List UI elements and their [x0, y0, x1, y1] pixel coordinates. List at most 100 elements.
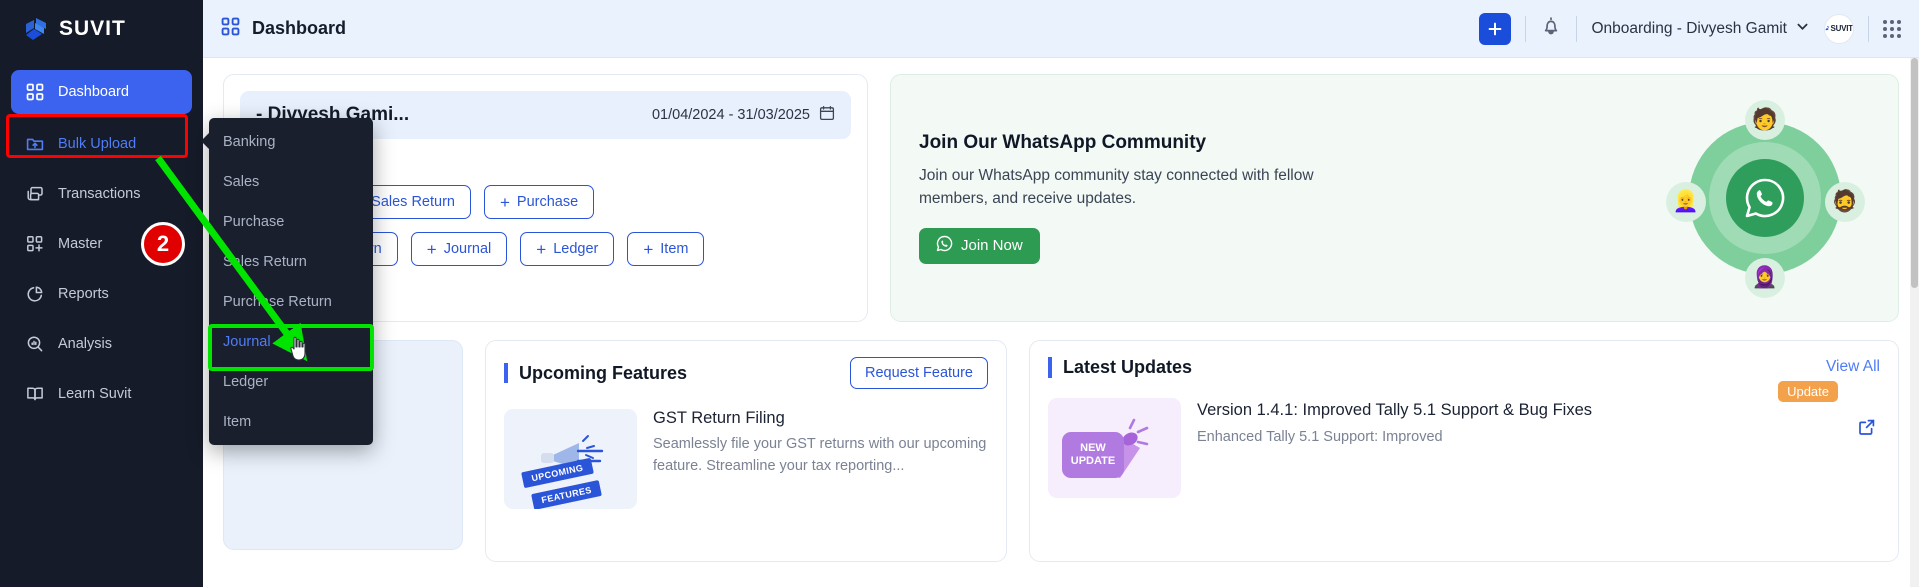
- transactions-icon: [25, 184, 45, 204]
- sidebar-item-label: Master: [58, 236, 103, 252]
- sidebar-item-label: Transactions: [58, 186, 141, 202]
- whatsapp-title: Join Our WhatsApp Community: [919, 132, 1207, 154]
- suvit-logo-icon: [22, 16, 49, 43]
- dropdown-item-sales-return[interactable]: Sales Return: [209, 242, 373, 282]
- dashboard-row-bottom: Upcoming Features Request Feature UPCOMI…: [223, 340, 1899, 562]
- main-area: Dashboard Onboarding - Divyesh Gamit SUV…: [203, 0, 1919, 587]
- pie-chart-icon: [25, 284, 45, 304]
- page-title-group: Dashboard: [221, 17, 346, 41]
- external-link-icon[interactable]: [1858, 418, 1876, 441]
- vertical-scrollbar[interactable]: [1910, 58, 1919, 587]
- add-purchase-button[interactable]: + Purchase: [483, 185, 595, 219]
- add-button[interactable]: [1479, 12, 1512, 45]
- plus-icon: +: [426, 239, 437, 259]
- analysis-search-icon: [25, 334, 45, 354]
- latest-updates-panel: Latest Updates View All NEW UPDATE Updat…: [1029, 340, 1899, 562]
- add-ledger-button[interactable]: + Ledger: [520, 232, 615, 266]
- date-range-picker[interactable]: 01/04/2024 - 31/03/2025: [652, 105, 835, 125]
- feature-name: GST Return Filing: [653, 409, 785, 427]
- avatar-right: 🧔: [1825, 182, 1865, 222]
- megaphone-icon: UPCOMING FEATURES: [504, 409, 637, 509]
- view-all-link[interactable]: View All: [1826, 358, 1880, 376]
- bulk-upload-dropdown: Banking Sales Purchase Sales Return Purc…: [201, 118, 373, 445]
- divider: [1576, 15, 1578, 42]
- dropdown-item-ledger[interactable]: Ledger: [209, 362, 373, 402]
- request-feature-button[interactable]: Request Feature: [849, 357, 988, 389]
- whatsapp-community-card: Join Our WhatsApp Community Join our Wha…: [890, 74, 1899, 322]
- sidebar-item-transactions[interactable]: Transactions: [11, 174, 192, 214]
- feature-description: Seamlessly file your GST returns with ou…: [653, 436, 987, 474]
- dropdown-item-sales[interactable]: Sales: [209, 162, 373, 202]
- whatsapp-icon: [936, 235, 953, 256]
- whatsapp-description: Join our WhatsApp community stay connect…: [919, 167, 1314, 207]
- button-label: Ledger: [553, 241, 599, 257]
- apps-grid-icon[interactable]: [1883, 19, 1901, 38]
- avatar-left: 👱‍♀️: [1666, 182, 1706, 222]
- upcoming-features-panel: Upcoming Features Request Feature UPCOMI…: [485, 340, 1007, 562]
- whatsapp-text-block: Join Our WhatsApp Community Join our Wha…: [919, 132, 1349, 264]
- sidebar-item-label: Dashboard: [58, 84, 129, 100]
- add-journal-button[interactable]: + Journal: [410, 232, 508, 266]
- dashboard-row-top: - Divyesh Gami... 01/04/2024 - 31/03/202…: [223, 74, 1899, 322]
- plus-icon: +: [536, 239, 547, 259]
- status-badge: Update: [1778, 380, 1838, 402]
- scrollbar-thumb[interactable]: [1911, 58, 1918, 288]
- chevron-down-icon: [1795, 19, 1810, 39]
- divider: [1525, 15, 1527, 42]
- sidebar-item-label: Reports: [58, 286, 109, 302]
- add-item-button[interactable]: + Item: [627, 232, 705, 266]
- sidebar-item-reports[interactable]: Reports: [11, 274, 192, 314]
- avatar-bottom: 🧕: [1745, 258, 1785, 298]
- button-label: Purchase: [516, 194, 579, 210]
- thumb-tag-line1: NEW: [1080, 442, 1106, 455]
- update-description: Enhanced Tally 5.1 Support: Improved: [1197, 429, 1443, 446]
- sidebar-item-label: Learn Suvit: [58, 386, 132, 402]
- sidebar-item-label: Analysis: [58, 336, 112, 352]
- plus-icon: +: [499, 192, 510, 212]
- button-label: Journal: [443, 241, 492, 257]
- whatsapp-illustration: 🧑 👱‍♀️ 🧔 🧕: [1660, 98, 1870, 298]
- sidebar-item-bulk-upload[interactable]: Bulk Upload: [11, 124, 192, 164]
- brand: SUVIT: [0, 0, 203, 58]
- dropdown-item-purchase-return[interactable]: Purchase Return: [209, 282, 373, 322]
- upcoming-features-title: Upcoming Features: [504, 362, 687, 384]
- annotation-step-badge: 2: [141, 222, 185, 266]
- divider: [1868, 15, 1869, 42]
- dropdown-item-purchase[interactable]: Purchase: [209, 202, 373, 242]
- topbar: Dashboard Onboarding - Divyesh Gamit SUV…: [203, 0, 1919, 58]
- latest-updates-title: Latest Updates: [1048, 357, 1192, 378]
- sidebar-item-dashboard[interactable]: Dashboard: [11, 70, 192, 114]
- calendar-icon: [819, 105, 835, 125]
- update-text-block: Update Version 1.4.1: Improved Tally 5.1…: [1197, 380, 1880, 498]
- upcoming-feature-text: GST Return Filing Seamlessly file your G…: [653, 409, 988, 509]
- grid-icon: [25, 82, 45, 102]
- join-now-button[interactable]: Join Now: [919, 227, 1040, 264]
- upcoming-features-header: Upcoming Features Request Feature: [504, 357, 988, 389]
- dropdown-item-item[interactable]: Item: [209, 402, 373, 442]
- dropdown-item-banking[interactable]: Banking: [209, 122, 373, 162]
- upcoming-feature-item: UPCOMING FEATURES GST Return Filing Seam…: [504, 409, 988, 509]
- sidebar: SUVIT Dashboard Bulk Upload Transactions…: [0, 0, 203, 587]
- date-range-value: 01/04/2024 - 31/03/2025: [651, 107, 810, 123]
- button-label: Sales Return: [371, 194, 455, 210]
- book-icon: [25, 384, 45, 404]
- whatsapp-logo-icon: [1726, 159, 1804, 237]
- user-name: Onboarding - Divyesh Gamit: [1591, 19, 1787, 37]
- update-title: Version 1.4.1: Improved Tally 5.1 Suppor…: [1197, 400, 1592, 419]
- plus-icon: +: [643, 239, 654, 259]
- sidebar-item-learn-suvit[interactable]: Learn Suvit: [11, 374, 192, 414]
- notifications-bell-icon[interactable]: [1540, 15, 1562, 42]
- master-grid-plus-icon: [25, 234, 45, 254]
- latest-updates-header: Latest Updates View All: [1048, 357, 1880, 378]
- button-label: Item: [660, 241, 689, 257]
- user-menu[interactable]: Onboarding - Divyesh Gamit: [1591, 19, 1810, 39]
- grid-icon: [221, 17, 240, 41]
- avatar[interactable]: SUVIT: [1824, 13, 1854, 44]
- thumb-tag-line2: UPDATE: [1070, 454, 1116, 467]
- sidebar-item-analysis[interactable]: Analysis: [11, 324, 192, 364]
- dropdown-item-journal[interactable]: Journal: [209, 322, 373, 362]
- topbar-actions: Onboarding - Divyesh Gamit SUVIT: [1479, 12, 1901, 45]
- avatar-label: SUVIT: [1830, 24, 1853, 33]
- button-label: Join Now: [961, 237, 1023, 255]
- sidebar-item-label: Bulk Upload: [58, 136, 137, 152]
